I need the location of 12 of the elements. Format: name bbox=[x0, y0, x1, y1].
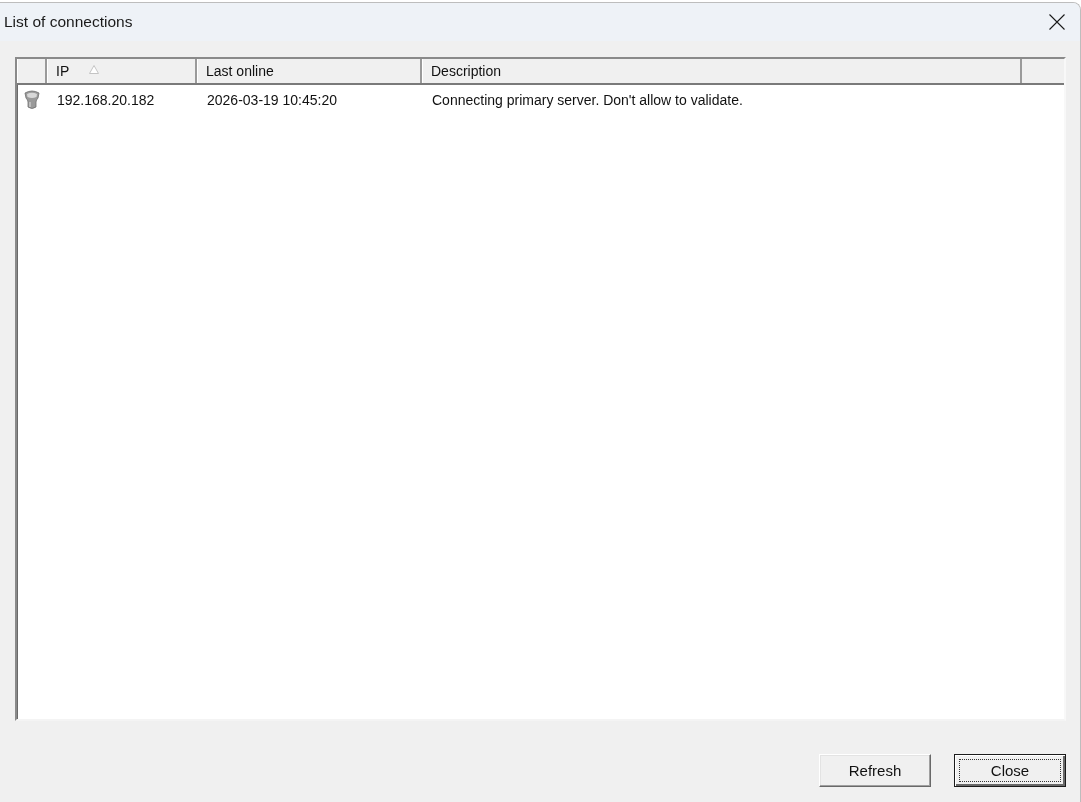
column-header[interactable]: Description bbox=[422, 59, 1022, 83]
dialog-button[interactable]: Close bbox=[954, 754, 1066, 787]
column-header[interactable] bbox=[17, 59, 47, 83]
table-cell-text: 2026-03-19 10:45:20 bbox=[206, 92, 338, 108]
table-cell-text: Connecting primary server. Don't allow to validate. bbox=[431, 92, 744, 108]
cylinder-icon bbox=[24, 90, 40, 110]
close-icon bbox=[1049, 14, 1065, 30]
dialog-button[interactable]: Refresh bbox=[819, 754, 931, 787]
table-cell-text: 192.168.20.182 bbox=[56, 92, 156, 108]
column-header[interactable]: IP bbox=[47, 59, 197, 83]
window-title: List of connections bbox=[4, 13, 133, 31]
column-header[interactable]: Last online bbox=[197, 59, 422, 83]
